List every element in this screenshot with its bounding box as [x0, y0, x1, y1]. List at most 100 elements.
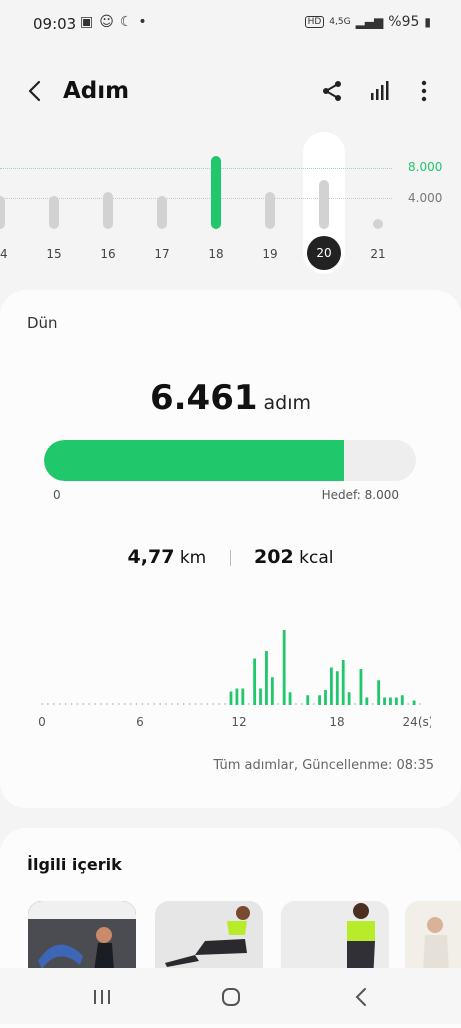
signal-icon: ▂▄▆: [355, 15, 384, 29]
related-title: İlgili içerik: [27, 855, 122, 874]
day-bar[interactable]: [319, 179, 329, 229]
hour-empty-dot: [312, 703, 315, 705]
moon-icon: ☾: [119, 14, 133, 30]
hour-empty-dot: [218, 703, 221, 705]
hour-empty-dot: [129, 703, 132, 705]
hour-axis-label: 6: [136, 715, 144, 729]
hour-bar: [335, 671, 339, 705]
status-left-icons: ▣ ☺ ☾ •: [80, 14, 147, 30]
more-icon[interactable]: [410, 76, 438, 106]
hour-bar: [270, 677, 274, 705]
hour-bar: [341, 660, 345, 705]
hour-empty-dot: [165, 703, 167, 705]
day-bar[interactable]: [265, 191, 275, 229]
selected-day[interactable]: 20: [307, 236, 341, 270]
hour-empty-dot: [76, 703, 79, 705]
back-icon[interactable]: [22, 76, 50, 106]
hour-bar: [400, 695, 404, 705]
page-title: Adım: [63, 78, 130, 104]
hour-bar: [365, 697, 369, 705]
hour-bar: [330, 667, 333, 705]
hour-empty-dot: [47, 703, 49, 705]
stats-divider: [229, 550, 231, 566]
day-bar[interactable]: [49, 196, 59, 229]
hour-bar: [412, 700, 416, 705]
hour-empty-dot: [94, 703, 97, 705]
hour-bar: [288, 692, 292, 705]
stats-row: 4,77 km 202 kcal: [0, 546, 461, 568]
hour-empty-dot: [224, 703, 226, 705]
hour-empty-dot: [141, 703, 144, 705]
hour-empty-dot: [123, 703, 126, 705]
hour-bar: [324, 690, 327, 705]
hour-bar: [265, 651, 268, 705]
person-icon: ☺: [99, 14, 114, 30]
goal-line: [0, 168, 392, 169]
hour-empty-dot: [277, 703, 280, 705]
day-label: 16: [100, 247, 116, 261]
hour-empty-dot: [171, 703, 173, 705]
hour-axis-label: 0: [38, 715, 46, 729]
calories-unit: kcal: [299, 548, 334, 568]
steps-total: 6.461 adım: [0, 378, 461, 418]
steps-count: 6.461: [149, 378, 258, 418]
hour-empty-dot: [153, 703, 156, 705]
hour-empty-dot: [41, 703, 43, 705]
hour-bar: [235, 688, 239, 705]
hour-empty-dot: [176, 703, 179, 705]
mid-label: 4.000: [408, 191, 443, 205]
day-bar[interactable]: [157, 196, 167, 229]
day-bar[interactable]: [211, 155, 221, 229]
hour-empty-dot: [354, 703, 356, 705]
battery-percent: %95: [388, 14, 420, 30]
hour-bar: [259, 688, 262, 705]
daily-summary-card: Dün 6.461 adım 0 Hedef: 8.000 4,77 km 202…: [0, 290, 461, 808]
goal-label-text: Hedef: 8.000: [321, 488, 399, 502]
status-bar: 09:03 ▣ ☺ ☾ • HD 4,5G ▂▄▆ %95 ▮: [0, 0, 461, 50]
day-bar-empty[interactable]: [373, 219, 383, 229]
hour-bar: [241, 688, 245, 705]
hour-axis-label: 12: [231, 715, 246, 729]
share-icon[interactable]: [318, 76, 346, 106]
battery-icon: ▮: [424, 15, 431, 29]
hour-empty-dot: [117, 703, 120, 705]
hour-bar: [282, 630, 286, 705]
hour-bar: [377, 680, 381, 705]
day-bar[interactable]: [0, 196, 5, 229]
hour-bar: [394, 697, 398, 705]
day-label: 18: [208, 247, 224, 261]
hour-empty-dot: [300, 703, 303, 705]
distance-unit: km: [179, 548, 207, 568]
hour-empty-dot: [371, 703, 374, 705]
hour-empty-dot: [82, 703, 85, 705]
day-label: 15: [46, 247, 62, 261]
home-icon[interactable]: [216, 982, 246, 1012]
hour-empty-dot: [147, 703, 150, 705]
hour-empty-dot: [182, 703, 185, 705]
hour-empty-dot: [419, 703, 421, 705]
hour-axis-label: 18: [329, 715, 344, 729]
hour-empty-dot: [206, 703, 209, 705]
hour-empty-dot: [64, 703, 67, 705]
status-right-icons: HD 4,5G ▂▄▆ %95 ▮: [304, 14, 431, 30]
day-bar[interactable]: [103, 191, 113, 229]
hour-bar: [347, 692, 351, 705]
distance-value: 4,77: [127, 546, 175, 568]
hour-empty-dot: [111, 703, 114, 705]
goal-progress-bar: [44, 440, 416, 481]
recent-apps-icon[interactable]: [87, 982, 117, 1012]
hour-bar: [306, 695, 310, 705]
chart-icon[interactable]: [366, 76, 394, 106]
gallery-icon: ▣: [80, 14, 94, 30]
goal-label: 8.000: [408, 160, 443, 174]
hour-bar: [318, 695, 321, 705]
day-label: 19: [262, 247, 278, 261]
back-nav-icon[interactable]: [346, 982, 376, 1012]
weekly-steps-chart[interactable]: 8.000 4.000 20 14 15 16 17 18 19 21: [0, 130, 461, 280]
hour-bar: [229, 691, 233, 705]
updated-text: Tüm adımlar, Güncellenme: 08:35: [213, 758, 434, 773]
progress-start-label: 0: [53, 488, 61, 502]
hourly-steps-chart[interactable]: 0 6 12 18 24(s): [36, 620, 433, 735]
hour-empty-dot: [52, 703, 55, 705]
hour-bar: [253, 658, 257, 705]
